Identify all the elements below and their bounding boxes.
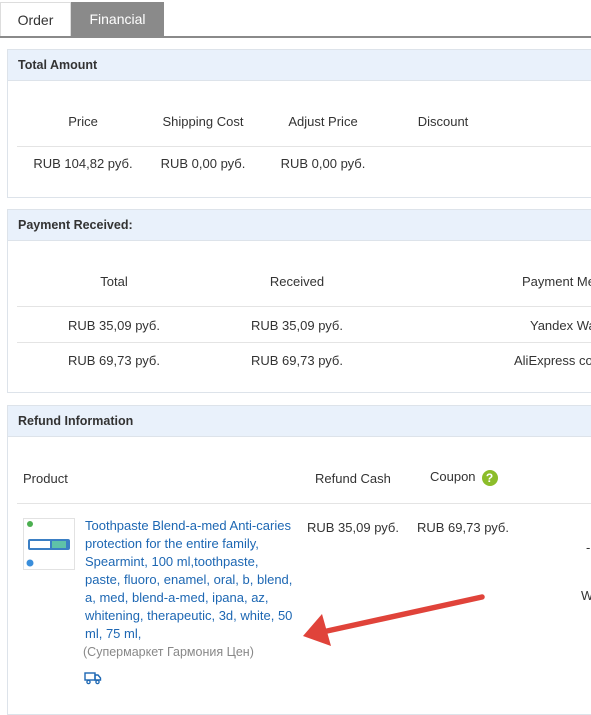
annotation-arrow-icon (303, 594, 485, 646)
